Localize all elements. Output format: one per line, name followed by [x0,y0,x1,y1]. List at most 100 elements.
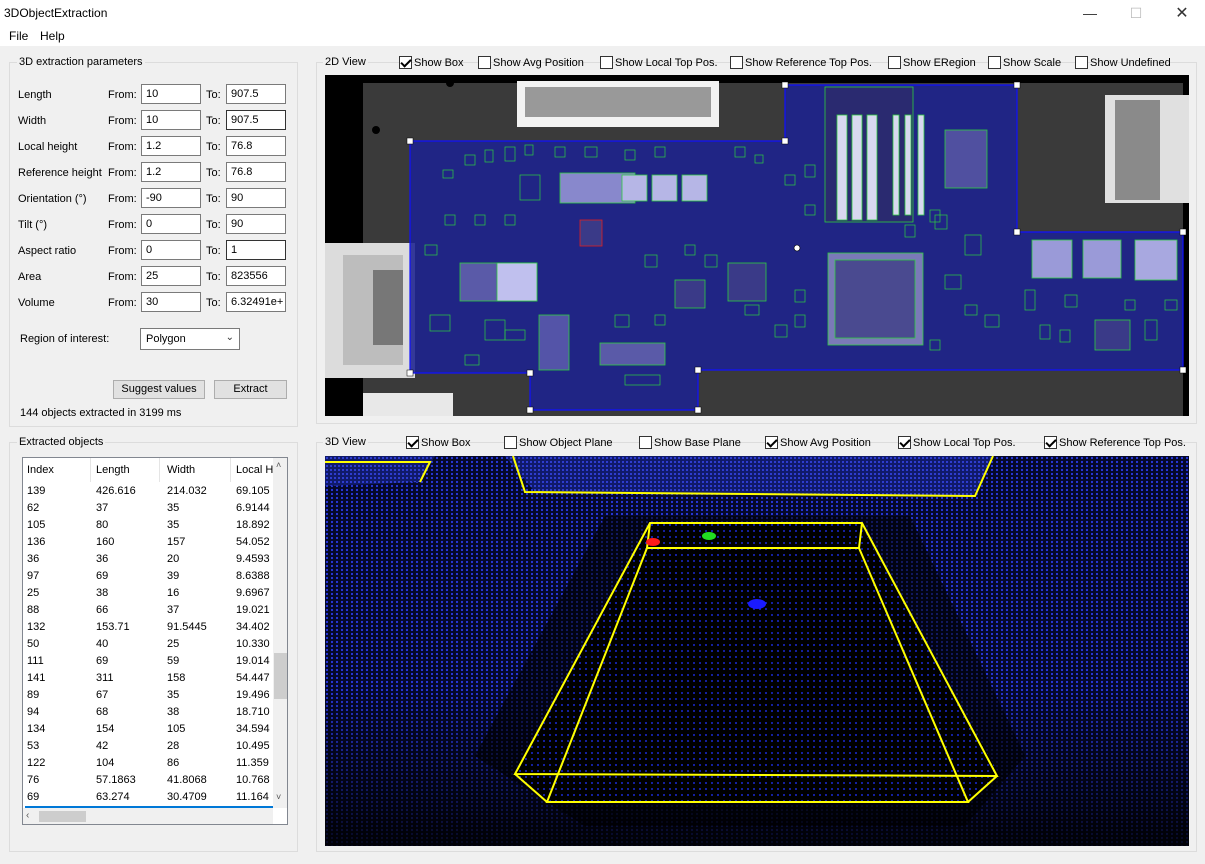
horizontal-scrollbar[interactable]: ‹ [23,808,273,824]
view2d-option[interactable]: Show Avg Position [478,56,584,69]
column-length[interactable]: Length [96,464,130,476]
roi-select[interactable]: Polygon ⌄ [140,328,240,350]
table-cell: 66 [96,604,109,616]
objects-table[interactable]: Index Length Width Local H 139 426.616 214… [22,457,288,825]
view2d-option[interactable]: Show Local Top Pos. [600,56,718,69]
column-divider [159,458,160,482]
view2d-title: 2D View [323,56,368,68]
param-from-input[interactable]: 10 [141,110,201,130]
view3d-option[interactable]: Show Object Plane [504,436,613,449]
table-row[interactable]: 134 154 105 34.594 [25,721,273,738]
table-row[interactable]: 50 40 25 10.330 [25,636,273,653]
table-row[interactable]: 136 160 157 54.052 [25,534,273,551]
reference-top-marker [646,538,660,546]
param-from-input[interactable]: 0 [141,240,201,260]
param-to-input[interactable]: 76.8 [226,162,286,182]
view2d-option[interactable]: Show ERegion [888,56,976,69]
bottom-white-strip [363,393,453,416]
checkbox-icon[interactable] [639,436,652,449]
view3d-canvas[interactable] [325,456,1189,846]
vertical-scroll-thumb[interactable] [274,653,287,699]
minimize-button[interactable]: — [1067,0,1113,26]
param-to-input[interactable]: 90 [226,214,286,234]
table-cell: 18.892 [236,519,270,531]
objects-group-title: Extracted objects [17,436,106,448]
param-from-input[interactable]: -90 [141,188,201,208]
view3d-option[interactable]: Show Avg Position [765,436,871,449]
table-row[interactable]: 25 38 16 9.6967 [25,585,273,602]
suggest-values-button[interactable]: Suggest values [113,380,205,399]
param-from-input[interactable]: 30 [141,292,201,312]
checkbox-icon[interactable] [765,436,778,449]
table-cell: 426.616 [96,485,136,497]
checkbox-icon[interactable] [399,56,412,69]
maximize-button[interactable]: ☐ [1113,0,1159,26]
column-local-height[interactable]: Local H [236,464,273,476]
checkbox-icon[interactable] [600,56,613,69]
to-label: To: [206,167,221,179]
param-from-input[interactable]: 1.2 [141,136,201,156]
table-row[interactable]: 53 42 28 10.495 [25,738,273,755]
checkbox-icon[interactable] [898,436,911,449]
status-text: 144 objects extracted in 3199 ms [20,407,182,419]
checkbox-icon[interactable] [1044,436,1057,449]
extract-button[interactable]: Extract [214,380,287,399]
column-index[interactable]: Index [27,464,54,476]
param-to-input[interactable]: 90 [226,188,286,208]
table-row[interactable]: 88 66 37 19.021 [25,602,273,619]
minimize-icon: — [1083,5,1097,21]
view2d-option[interactable]: Show Reference Top Pos. [730,56,872,69]
view3d-option[interactable]: Show Box [406,436,471,449]
table-row[interactable]: 111 69 59 19.014 [25,653,273,670]
view2d-canvas[interactable] [325,75,1189,416]
table-row[interactable]: 141 311 158 54.447 [25,670,273,687]
table-cell: 19.021 [236,604,270,616]
param-to-input[interactable]: 1 [226,240,286,260]
view3d-option[interactable]: Show Local Top Pos. [898,436,1016,449]
checkbox-icon[interactable] [988,56,1001,69]
table-cell: 97 [27,570,40,582]
scroll-up-icon[interactable]: ˄ [276,460,281,470]
view2d-option[interactable]: Show Undefined [1075,56,1171,69]
param-to-input[interactable]: 823556 [226,266,286,286]
table-row[interactable]: 69 63.274 30.4709 11.164 [25,789,273,806]
param-to-input[interactable]: 907.5 [226,110,286,130]
table-row[interactable]: 122 104 86 11.359 [25,755,273,772]
param-from-input[interactable]: 1.2 [141,162,201,182]
menu-help[interactable]: Help [40,29,65,43]
table-cell: 157 [167,536,186,548]
param-to-input[interactable]: 907.5 [226,84,286,104]
params-group-title: 3D extraction parameters [17,56,145,68]
view2d-option[interactable]: Show Box [399,56,464,69]
param-to-input[interactable]: 6.32491e+ [226,292,286,312]
checkbox-icon[interactable] [504,436,517,449]
view2d-option[interactable]: Show Scale [988,56,1061,69]
param-from-input[interactable]: 25 [141,266,201,286]
table-row[interactable]: 94 68 38 18.710 [25,704,273,721]
table-row[interactable]: 36 36 20 9.4593 [25,551,273,568]
table-row[interactable]: 105 80 35 18.892 [25,517,273,534]
checkbox-icon[interactable] [888,56,901,69]
param-from-input[interactable]: 10 [141,84,201,104]
menu-file[interactable]: File [9,29,28,43]
param-to-input[interactable]: 76.8 [226,136,286,156]
close-button[interactable]: ✕ [1159,0,1205,26]
scroll-left-icon[interactable]: ‹ [26,810,29,821]
table-row[interactable]: 132 153.71 91.5445 34.402 [25,619,273,636]
scroll-down-icon[interactable]: ˅ [276,792,281,802]
table-row[interactable]: 62 37 35 6.9144 [25,500,273,517]
table-row[interactable]: 89 67 35 19.496 [25,687,273,704]
checkbox-icon[interactable] [1075,56,1088,69]
view3d-option[interactable]: Show Base Plane [639,436,741,449]
param-from-input[interactable]: 0 [141,214,201,234]
view3d-option[interactable]: Show Reference Top Pos. [1044,436,1186,449]
horizontal-scroll-thumb[interactable] [39,811,86,822]
table-row[interactable]: 139 426.616 214.032 69.105 [25,483,273,500]
table-row[interactable]: 97 69 39 8.6388 [25,568,273,585]
checkbox-icon[interactable] [730,56,743,69]
checkbox-icon[interactable] [478,56,491,69]
vertical-scrollbar[interactable]: ˄ ˅ [273,458,287,808]
table-row[interactable]: 76 57.1863 41.8068 10.768 [25,772,273,789]
checkbox-icon[interactable] [406,436,419,449]
column-width[interactable]: Width [167,464,195,476]
